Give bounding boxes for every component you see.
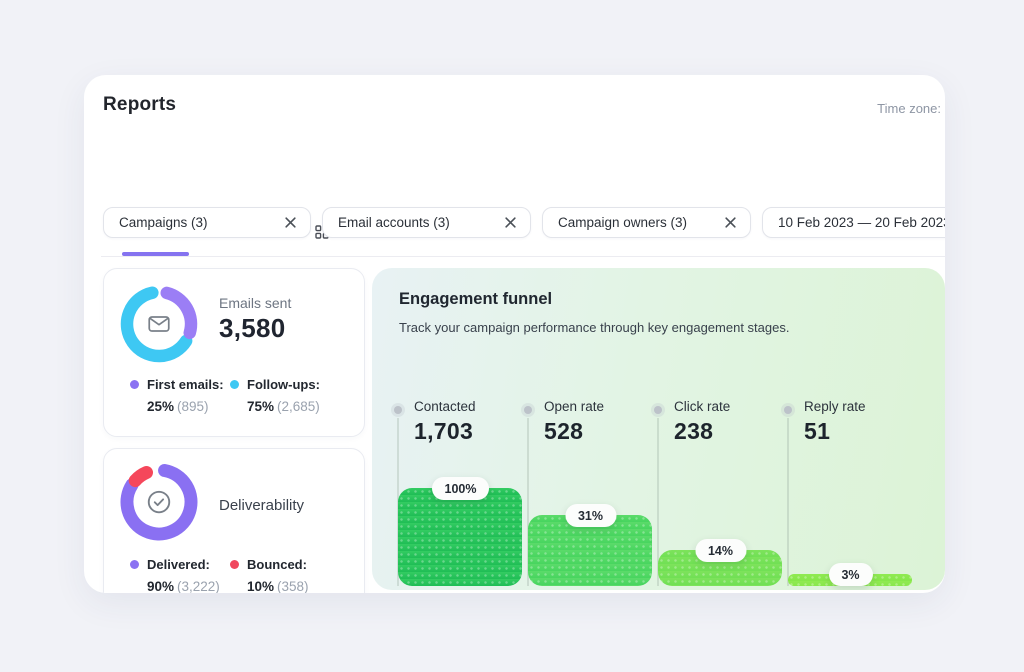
stage-dot xyxy=(784,406,792,414)
filter-campaign-owners[interactable]: Campaign owners (3) xyxy=(542,207,751,238)
delivered-label: Delivered: xyxy=(147,557,210,572)
filter-date-range[interactable]: 10 Feb 2023 — 20 Feb 2023 xyxy=(762,207,945,238)
first-emails-label: First emails: xyxy=(147,377,224,392)
emails-sent-card: Emails sent 3,580 First emails: 25%(895)… xyxy=(103,268,365,437)
clear-campaigns-icon[interactable] xyxy=(284,216,297,229)
bounced-pct: 10% xyxy=(247,579,274,593)
emails-sent-label: Emails sent xyxy=(219,295,291,311)
stage-value: 528 xyxy=(544,418,583,445)
filter-bar: Campaigns (3) Email accounts (3) Campaig… xyxy=(103,207,945,238)
page-title: Reports xyxy=(103,94,176,116)
engagement-funnel-card: Engagement funnel Track your campaign pe… xyxy=(372,268,945,590)
first-emails-pct: 25% xyxy=(147,399,174,414)
deliverability-donut-chart xyxy=(120,463,198,541)
deliverability-legend: Delivered: 90%(3,222) Bounced: 10%(358) xyxy=(130,557,350,593)
check-circle-icon xyxy=(120,463,198,541)
filter-campaigns[interactable]: Campaigns (3) xyxy=(103,207,311,238)
legend-first-emails: First emails: 25%(895) xyxy=(130,377,230,414)
stage-dot xyxy=(524,406,532,414)
emails-sent-donut-chart xyxy=(120,285,198,363)
stage-pct-badge: 3% xyxy=(828,563,872,586)
stage-dot xyxy=(394,406,402,414)
filter-date-range-label: 10 Feb 2023 — 20 Feb 2023 xyxy=(778,215,945,230)
bounced-count: (358) xyxy=(277,579,309,593)
stage-value: 1,703 xyxy=(414,418,473,445)
deliverability-label: Deliverability xyxy=(219,497,304,514)
stage-pct-badge: 31% xyxy=(565,504,616,527)
stage-bar xyxy=(398,488,522,586)
follow-ups-count: (2,685) xyxy=(277,399,320,414)
stage-value: 51 xyxy=(804,418,830,445)
legend-follow-ups: Follow-ups: 75%(2,685) xyxy=(230,377,330,414)
funnel-stage-click-rate: Click rate 238 14% xyxy=(657,268,784,590)
follow-ups-dot xyxy=(230,380,239,389)
stage-label: Click rate xyxy=(674,399,730,414)
tabs-divider xyxy=(101,256,945,257)
bounced-label: Bounced: xyxy=(247,557,307,572)
funnel-stage-open-rate: Open rate 528 31% xyxy=(527,268,654,590)
stage-label: Reply rate xyxy=(804,399,866,414)
filter-email-accounts-label: Email accounts (3) xyxy=(338,215,450,230)
stage-dot xyxy=(654,406,662,414)
delivered-dot xyxy=(130,560,139,569)
bounced-dot xyxy=(230,560,239,569)
funnel-stage-reply-rate: Reply rate 51 3% xyxy=(787,268,914,590)
timezone-label: Time zone: xyxy=(877,101,941,116)
filter-email-accounts[interactable]: Email accounts (3) xyxy=(322,207,531,238)
first-emails-dot xyxy=(130,380,139,389)
stage-guide-line xyxy=(787,418,789,586)
delivered-pct: 90% xyxy=(147,579,174,593)
legend-bounced: Bounced: 10%(358) xyxy=(230,557,330,593)
reports-panel: Reports Time zone: Email Linkedin xyxy=(84,75,945,593)
clear-campaign-owners-icon[interactable] xyxy=(724,216,737,229)
stage-pct-badge: 14% xyxy=(695,539,746,562)
clear-email-accounts-icon[interactable] xyxy=(504,216,517,229)
follow-ups-label: Follow-ups: xyxy=(247,377,320,392)
stage-label: Open rate xyxy=(544,399,604,414)
follow-ups-pct: 75% xyxy=(247,399,274,414)
emails-sent-legend: First emails: 25%(895) Follow-ups: 75%(2… xyxy=(130,377,350,414)
envelope-icon xyxy=(120,285,198,363)
stage-pct-badge: 100% xyxy=(432,477,490,500)
first-emails-count: (895) xyxy=(177,399,209,414)
filter-campaign-owners-label: Campaign owners (3) xyxy=(558,215,687,230)
deliverability-card: Deliverability Delivered: 90%(3,222) Bou… xyxy=(103,448,365,593)
stage-value: 238 xyxy=(674,418,713,445)
stage-label: Contacted xyxy=(414,399,476,414)
filter-campaigns-label: Campaigns (3) xyxy=(119,215,208,230)
emails-sent-value: 3,580 xyxy=(219,313,286,344)
funnel-stage-contacted: Contacted 1,703 100% xyxy=(397,268,524,590)
delivered-count: (3,222) xyxy=(177,579,220,593)
legend-delivered: Delivered: 90%(3,222) xyxy=(130,557,230,593)
